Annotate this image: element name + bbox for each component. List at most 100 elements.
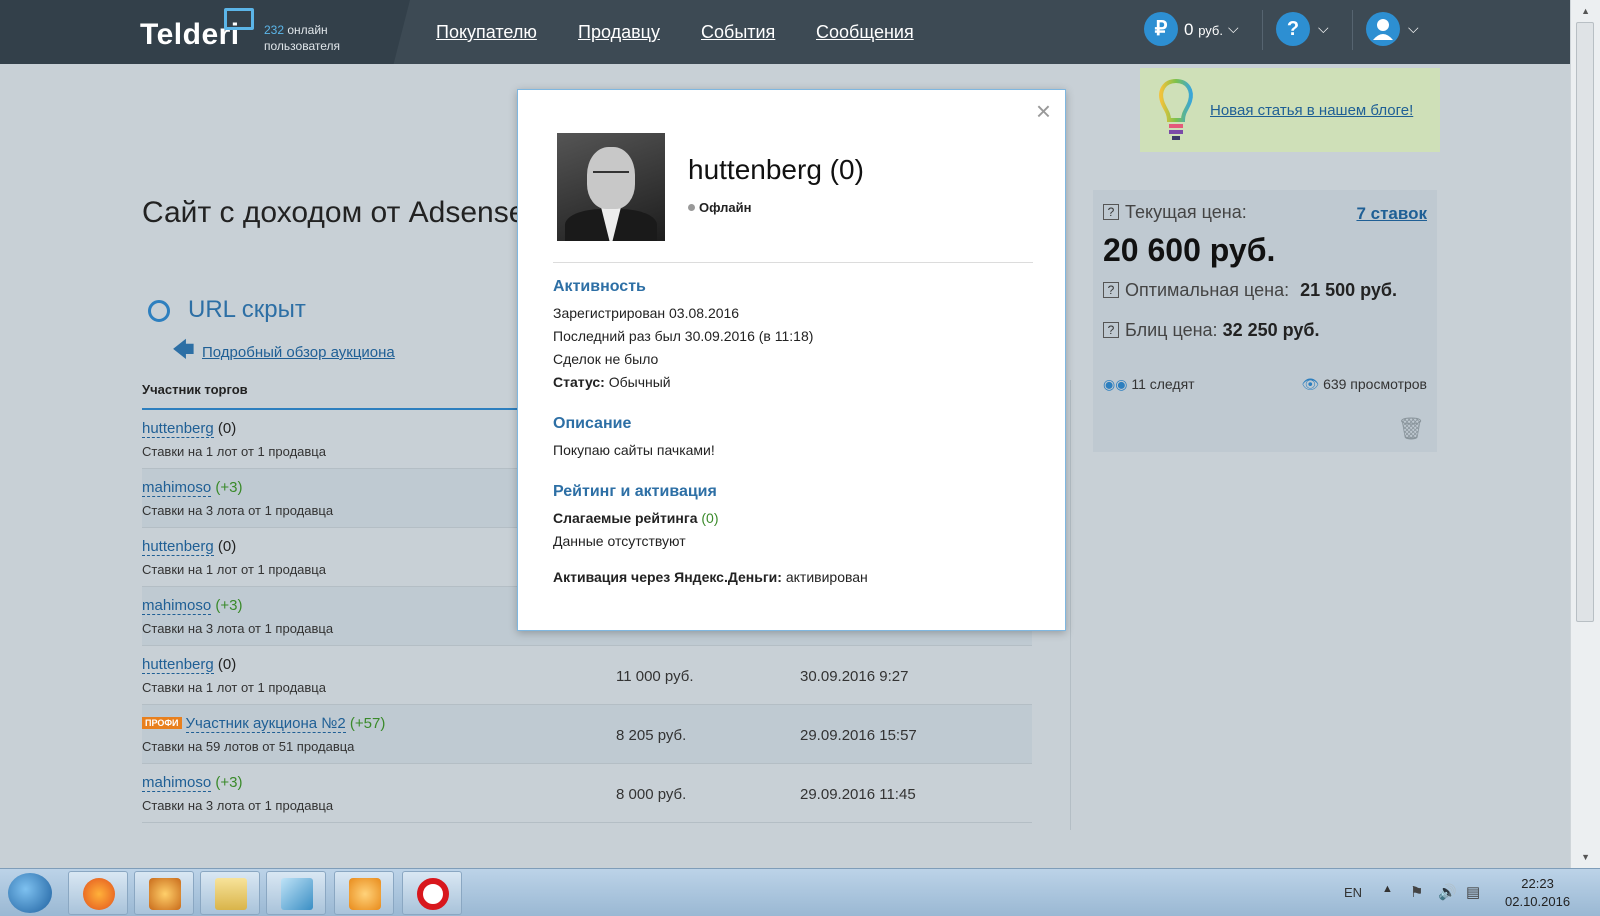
scroll-up-arrow-icon[interactable]: ▲ [1581, 6, 1590, 16]
bidder-rating: (0) [217, 656, 237, 673]
yandex-value: активирован [785, 569, 868, 585]
nav-seller[interactable]: Продавцу [578, 22, 660, 43]
balance-value: 0 [1184, 20, 1194, 39]
close-icon[interactable]: × [1036, 96, 1051, 127]
modal-username: huttenberg (0) [688, 154, 864, 185]
bid-row: mahimoso (+3) Ставки на 3 лота от 1 прода… [142, 764, 1032, 823]
balance-chevron-down-icon[interactable]: ⌵ [1228, 20, 1239, 37]
blitz-price-row: ? Блиц цена: 32 250 руб. [1103, 320, 1320, 341]
watchers-count[interactable]: ◉◉ 11 следят [1103, 376, 1195, 393]
blog-promo: Новая статья в нашем блоге! [1140, 68, 1440, 152]
taskbar-app[interactable] [134, 871, 194, 915]
language-indicator[interactable]: EN [1344, 885, 1362, 900]
blog-article-link[interactable]: Новая статья в нашем блоге! [1210, 102, 1413, 119]
user-avatar-icon[interactable] [1366, 12, 1400, 46]
rating-terms-label: Слагаемые рейтинга [553, 510, 698, 526]
participants-column-header: Участник торгов [142, 382, 248, 397]
no-data-text: Данные отсутствуют [553, 533, 686, 549]
yandex-activation: Активация через Яндекс.Деньги: активиров… [553, 569, 868, 585]
registered-date: Зарегистрирован 03.08.2016 [553, 305, 740, 321]
question-icon[interactable]: ? [1103, 322, 1119, 338]
balance-unit: руб. [1198, 23, 1223, 38]
scroll-down-arrow-icon[interactable]: ▼ [1581, 852, 1590, 862]
bidder-name-link[interactable]: mahimoso [142, 774, 212, 792]
user-chevron-down-icon[interactable]: ⌵ [1408, 20, 1419, 37]
help-chevron-down-icon[interactable]: ⌵ [1318, 20, 1329, 37]
bid-amount: 8 000 руб. [616, 786, 687, 803]
taskbar-firefox[interactable] [68, 871, 128, 915]
description-heading: Описание [553, 415, 632, 432]
blitz-price-label: Блиц цена: [1125, 320, 1218, 340]
scroll-thumb[interactable] [1576, 22, 1594, 622]
taskbar-opera[interactable] [402, 871, 462, 915]
bidder-name-link[interactable]: huttenberg [142, 538, 214, 556]
page-scrollbar[interactable]: ▲ ▼ [1570, 0, 1600, 868]
network-icon[interactable]: ▤ [1466, 883, 1480, 901]
bid-amount: 8 205 руб. [616, 727, 687, 744]
back-arrow-icon[interactable]: 🡄 [172, 339, 195, 361]
auction-overview-link[interactable]: Подробный обзор аукциона [202, 344, 395, 361]
online-label-1: онлайн [287, 23, 328, 37]
optimal-price-row: ? Оптимальная цена: 21 500 руб. [1103, 280, 1397, 301]
status-text: Офлайн [699, 200, 752, 215]
online-counter: 232 онлайн пользователя [264, 22, 340, 54]
bidder-name-link[interactable]: Участник аукциона №2 [185, 715, 346, 733]
media-player-icon [349, 878, 381, 910]
bidder-name-link[interactable]: huttenberg [142, 420, 214, 438]
deals-count: Сделок не было [553, 351, 659, 367]
bids-count-link[interactable]: 7 ставок [1356, 204, 1427, 224]
bidder-summary: Ставки на 1 лот от 1 продавца [142, 680, 326, 695]
bidder-rating: (+3) [215, 479, 243, 496]
status-value: Обычный [608, 374, 671, 390]
bidder-rating: (+57) [349, 715, 386, 732]
clock-date: 02.10.2016 [1505, 894, 1571, 909]
bidder-rating: (+3) [215, 597, 243, 614]
ruble-icon[interactable]: ₽ [1144, 12, 1178, 46]
nav-messages[interactable]: Сообщения [816, 22, 914, 43]
bid-date: 29.09.2016 11:45 [800, 786, 916, 803]
opera-icon [417, 878, 449, 910]
flag-icon[interactable]: ⚑ [1410, 883, 1423, 901]
bidder-summary: Ставки на 1 лот от 1 продавца [142, 562, 326, 577]
notepad-icon [281, 878, 313, 910]
bid-row: huttenberg (0) Ставки на 1 лот от 1 прода… [142, 646, 1032, 705]
nav-events[interactable]: События [701, 22, 775, 43]
bidder-name-link[interactable]: huttenberg [142, 656, 214, 674]
bidder-summary: Ставки на 1 лот от 1 продавца [142, 444, 326, 459]
system-clock[interactable]: 22:23 02.10.2016 [1505, 875, 1570, 911]
top-header: Telderi 232 онлайн пользователя Покупате… [0, 0, 1570, 64]
taskbar-media[interactable] [334, 871, 394, 915]
user-profile-modal: × huttenberg (0) Офлайн Активность Зарег… [517, 89, 1066, 631]
pro-badge: ПРОФИ [142, 717, 182, 729]
folder-icon [215, 878, 247, 910]
bidder-summary: Ставки на 3 лота от 1 продавца [142, 621, 334, 636]
current-price-value: 20 600 руб. [1103, 232, 1276, 268]
tray-expand-icon[interactable]: ▲ [1382, 883, 1393, 895]
column-divider [1070, 380, 1071, 830]
question-icon[interactable]: ? [1103, 282, 1119, 298]
bidder-name-link[interactable]: mahimoso [142, 597, 212, 615]
status-label: Статус: [553, 374, 605, 390]
watchers-label: 11 следят [1131, 376, 1195, 392]
taskbar-explorer[interactable] [200, 871, 260, 915]
volume-icon[interactable]: 🔊 [1438, 883, 1457, 901]
logo-monitor-icon [224, 8, 254, 30]
trash-icon[interactable]: 🗑 [1397, 416, 1425, 442]
current-price-row: ? Текущая цена: [1103, 202, 1247, 223]
views-label: 639 просмотров [1323, 376, 1427, 392]
bidder: mahimoso (+3) [142, 597, 243, 615]
rating-terms: Слагаемые рейтинга (0) [553, 510, 719, 526]
description-text: Покупаю сайты пачками! [553, 442, 715, 458]
bidder-summary: Ставки на 59 лотов от 51 продавца [142, 739, 355, 754]
start-button[interactable] [8, 873, 52, 913]
url-hidden-label: URL скрыт [188, 296, 306, 323]
help-icon[interactable]: ? [1276, 12, 1310, 46]
balance-display[interactable]: 0 руб. [1184, 20, 1223, 40]
bidder: mahimoso (+3) [142, 479, 243, 497]
bidder-name-link[interactable]: mahimoso [142, 479, 212, 497]
online-count: 232 [264, 23, 285, 37]
taskbar-notepad[interactable] [266, 871, 326, 915]
question-icon[interactable]: ? [1103, 204, 1119, 220]
bidder: mahimoso (+3) [142, 774, 242, 792]
nav-buyer[interactable]: Покупателю [436, 22, 537, 43]
